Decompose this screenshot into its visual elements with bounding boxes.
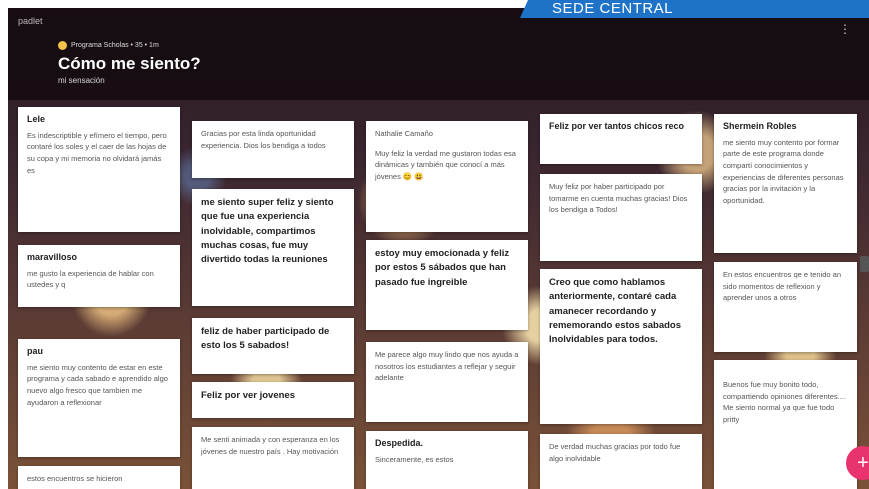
post-body: Muy feliz la verdad me gustaron todas es…: [375, 148, 516, 181]
post-card[interactable]: feliz de haber participado de esto los 5…: [192, 318, 354, 374]
post-title: pau: [27, 346, 44, 356]
app-logo[interactable]: padlet: [18, 16, 43, 26]
post-card[interactable]: Creo que como hablamos anteriormente, co…: [540, 269, 702, 424]
post-body: En estos encuentros qe e tenido an sido …: [723, 270, 842, 303]
post-body: Me senti animada y con esperanza en los …: [201, 435, 340, 456]
post-title: Despedida.: [375, 438, 424, 448]
post-body: me siento muy contento por formar parte …: [723, 137, 844, 205]
page-subtitle: mi sensación: [58, 76, 105, 85]
post-card[interactable]: Shermein Robles me siento muy contento p…: [714, 114, 857, 253]
post-body: Muy feliz por haber participado por toma…: [549, 182, 688, 215]
post-body: estos encuentros se hicieron: [27, 474, 123, 483]
page-title: Cómo me siento?: [58, 54, 201, 73]
post-body: me siento super feliz y siento que fue u…: [201, 197, 334, 265]
scroll-handle[interactable]: [860, 256, 869, 272]
post-card[interactable]: pau me siento muy contento de estar en e…: [18, 339, 180, 457]
post-body: Sinceramente, es estos: [375, 454, 454, 464]
post-body: De verdad muchas gracias por todo fue al…: [549, 442, 681, 463]
post-title: Shermein Robles: [723, 121, 797, 131]
post-body: Buenos fue muy bonito todo, compartiendo…: [723, 380, 846, 424]
post-title: maravilloso: [27, 252, 78, 262]
post-card[interactable]: Muy feliz por haber participado por toma…: [540, 174, 702, 261]
post-body: me siento muy contento de estar en este …: [27, 362, 168, 407]
post-card[interactable]: Me senti animada y con esperanza en los …: [192, 427, 354, 489]
post-card[interactable]: Lele Es indescriptible y efímero el tiem…: [18, 107, 180, 232]
post-card[interactable]: Nathalie Camaño Muy feliz la verdad me g…: [366, 121, 528, 232]
post-card[interactable]: maravilloso me gusto la experiencia de h…: [18, 245, 180, 307]
post-body: Me parece algo muy lindo que nos ayuda a…: [375, 350, 519, 383]
post-body: Creo que como hablamos anteriormente, co…: [549, 277, 681, 345]
sede-banner: SEDE CENTRAL: [520, 0, 869, 18]
post-card[interactable]: Gracias por esta linda oportunidad exper…: [192, 121, 354, 178]
post-card[interactable]: Me parece algo muy lindo que nos ayuda a…: [366, 342, 528, 422]
post-card[interactable]: Feliz por ver jovenes: [192, 382, 354, 418]
post-body: feliz de haber participado de esto los 5…: [201, 326, 330, 352]
post-card[interactable]: Buenos fue muy bonito todo, compartiendo…: [714, 360, 857, 489]
post-card[interactable]: Despedida. Sinceramente, es estos: [366, 431, 528, 489]
post-card[interactable]: En estos encuentros qe e tenido an sido …: [714, 262, 857, 352]
post-title: Feliz por ver tantos chicos reco: [549, 121, 685, 131]
post-body: Gracias por esta linda oportunidad exper…: [201, 129, 326, 150]
post-card[interactable]: estos encuentros se hicieron: [18, 466, 180, 489]
post-body: Feliz por ver jovenes: [201, 390, 295, 401]
author-meta: Programa Scholas • 35 • 1m: [71, 42, 159, 49]
banner-label: SEDE CENTRAL: [552, 0, 674, 17]
post-body: Es indescriptible y efímero el tiempo, p…: [27, 130, 167, 175]
post-body: me gusto la experiencia de hablar con us…: [27, 268, 154, 290]
post-body: estoy muy emocionada y feliz por estos 5…: [375, 248, 510, 288]
board-header: padlet Programa Scholas • 35 • 1m Cómo m…: [8, 8, 869, 100]
author-row: Programa Scholas • 35 • 1m: [58, 41, 159, 50]
post-author: Nathalie Camaño: [375, 129, 433, 138]
post-card[interactable]: me siento super feliz y siento que fue u…: [192, 189, 354, 306]
post-title: Lele: [27, 114, 46, 124]
post-card[interactable]: estoy muy emocionada y feliz por estos 5…: [366, 240, 528, 330]
post-card[interactable]: De verdad muchas gracias por todo fue al…: [540, 434, 702, 489]
post-card[interactable]: Feliz por ver tantos chicos reco: [540, 114, 702, 164]
avatar: [58, 41, 67, 50]
padlet-board: padlet Programa Scholas • 35 • 1m Cómo m…: [8, 8, 869, 489]
more-vert-icon[interactable]: ⋮: [839, 22, 851, 36]
